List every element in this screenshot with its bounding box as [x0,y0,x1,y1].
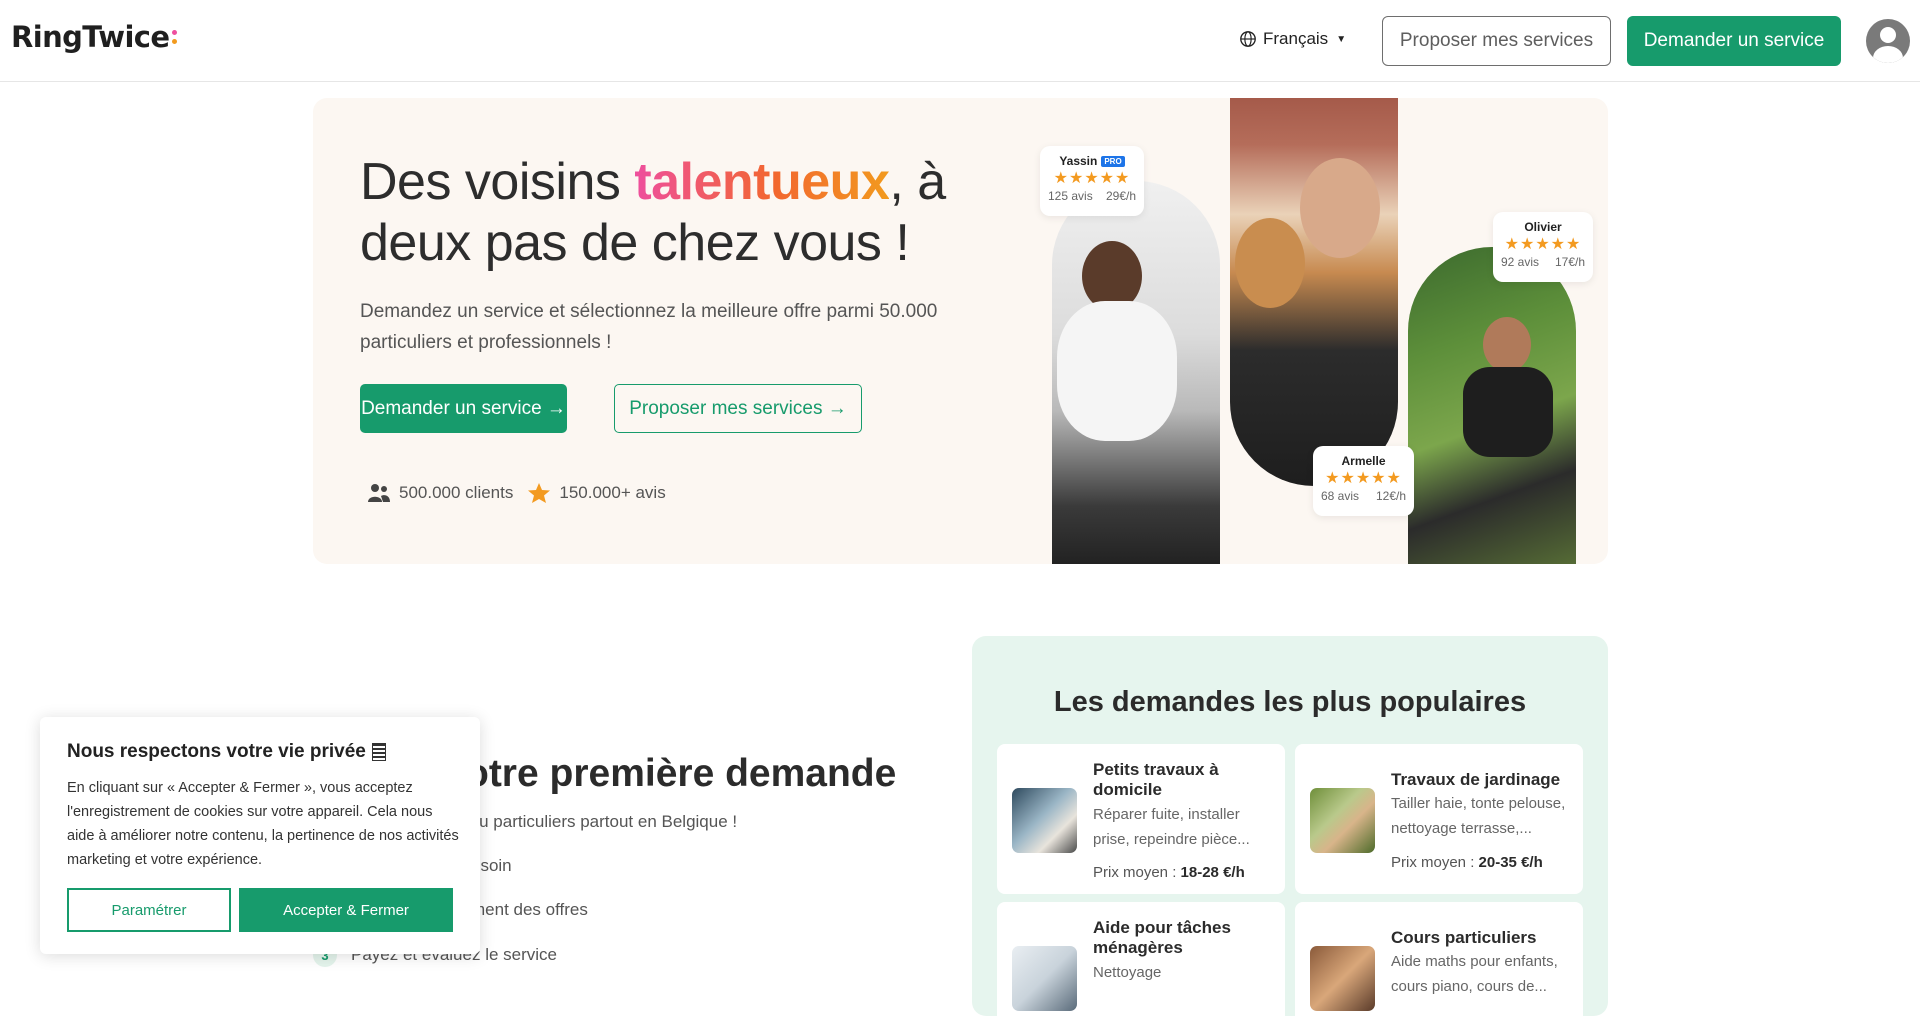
user-avatar-icon[interactable] [1866,19,1910,63]
offer-services-button[interactable]: Proposer mes services [1382,16,1611,66]
gardening-thumbnail [1310,788,1375,853]
hero-title: Des voisins talentueux, à deux pas de ch… [360,153,946,272]
service-card-household-chores[interactable]: Aide pour tâches ménagères Nettoyage [997,902,1285,1032]
private-lessons-thumbnail [1310,946,1375,1011]
service-card-gardening[interactable]: Travaux de jardinage Tailler haie, tonte… [1295,744,1583,894]
cookie-document-icon [371,743,386,761]
dog-owner-photo [1230,98,1398,486]
language-selector[interactable]: Français ▼ [1239,29,1346,49]
service-card-private-lessons[interactable]: Cours particuliers Aide maths pour enfan… [1295,902,1583,1032]
language-label: Français [1263,29,1329,48]
household-chores-thumbnail [1012,946,1077,1011]
hero-section: Des voisins talentueux, à deux pas de ch… [313,98,1608,564]
cookie-banner-title: Nous respectons votre vie privée [67,741,386,763]
logo-text: RingTwice [11,20,170,54]
pro-badge: PRO [1101,155,1125,167]
popular-requests-panel: Les demandes les plus populaires Petits … [972,636,1608,1032]
hero-subtitle: Demandez un service et sélectionnez la m… [360,301,938,353]
popular-requests-title: Les demandes les plus populaires [1053,686,1527,718]
gardener-photo [1408,247,1576,564]
cookie-banner-text: En cliquant sur « Accepter & Fermer », v… [67,780,459,868]
home-repairs-thumbnail [1012,788,1077,853]
top-navigation-bar: RingTwice Français ▼ Proposer mes servic… [0,0,1920,82]
users-icon [368,484,390,502]
star-icon [528,483,551,503]
profile-card-olivier: Olivier ★★★★★ 92 avis 17€/h [1493,212,1593,282]
hero-offer-services-button[interactable]: Proposer mes services → [614,384,862,433]
request-service-button[interactable]: Demander un service [1627,16,1841,66]
hero-title-accent: talentueux [634,153,890,211]
logo-dots [172,30,178,44]
service-card-home-repairs[interactable]: Petits travaux à domicile Réparer fuite,… [997,744,1285,894]
cookie-settings-button[interactable]: Paramétrer [67,888,231,932]
cookie-consent-banner: Nous respectons votre vie privée En cliq… [40,717,480,954]
hero-request-service-button[interactable]: Demander un service → [360,384,567,433]
rating-stars: ★★★★★ [1053,170,1131,187]
plumber-photo [1052,181,1220,564]
rating-stars: ★★★★★ [1325,470,1402,487]
reviews-stat: 150.000+ avis [527,482,666,504]
globe-icon [1240,31,1256,47]
profile-card-yassin: Yassin PRO ★★★★★ 125 avis 29€/h [1040,146,1144,216]
hero-stats: 500.000 clients 150.000+ avis [367,482,680,504]
profile-card-armelle: Armelle ★★★★★ 68 avis 12€/h [1313,446,1414,516]
ringtwice-logo[interactable]: RingTwice [11,20,178,54]
rating-stars: ★★★★★ [1504,236,1582,253]
caret-down-icon: ▼ [1336,33,1347,45]
cookie-accept-button[interactable]: Accepter & Fermer [239,888,453,932]
clients-stat: 500.000 clients [367,482,513,504]
